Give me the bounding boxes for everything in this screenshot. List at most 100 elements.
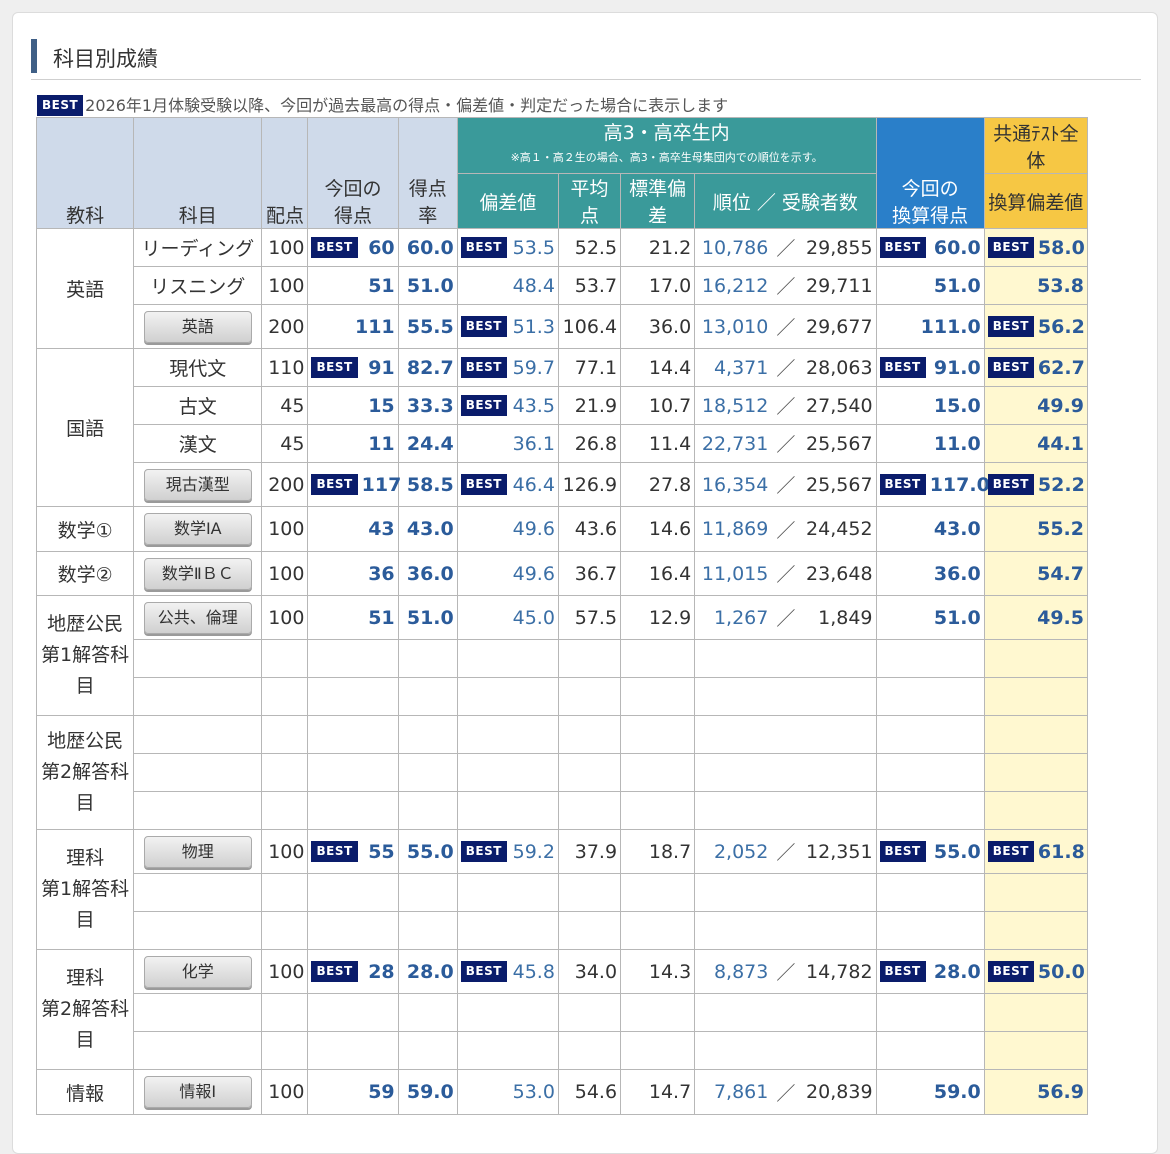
total-cell: BEST 58.0 xyxy=(983,228,1089,267)
rank-value: 13,010 xyxy=(701,315,769,338)
avg-cell-value: 126.9 xyxy=(562,473,618,496)
subject-cell: 公共、倫理 xyxy=(133,595,263,640)
sd-cell-value: 21.2 xyxy=(648,236,692,259)
subject-cell: 現代文 xyxy=(133,348,263,387)
rank-value: 18,512 xyxy=(701,394,769,417)
hensa-cell: 36.1 xyxy=(456,424,559,463)
empty-cell xyxy=(983,791,1089,830)
avg-cell: 126.9 xyxy=(557,462,622,507)
score-cell-value: 111 xyxy=(354,315,395,338)
subject-scores-table: 教科 科目 配点 今回の 得点 得点率 高3・高卒生内 ※高１・高２生の場合、高3… xyxy=(35,117,1089,1115)
haiten-cell: 100 xyxy=(261,829,309,874)
subject-button[interactable]: 化学 xyxy=(143,955,252,988)
empty-cell xyxy=(307,993,399,1032)
hensa-cell-value: 36.1 xyxy=(512,432,555,455)
empty-cell xyxy=(133,993,263,1032)
subject-button[interactable]: 現古漢型 xyxy=(143,468,252,501)
best-badge: BEST xyxy=(460,395,507,416)
avg-cell: 54.6 xyxy=(557,1069,622,1115)
total-cell: 55.2 xyxy=(983,506,1089,552)
score-cell-value: 55 xyxy=(368,840,395,863)
rate-cell-value: 55.0 xyxy=(406,840,454,863)
empty-cell xyxy=(983,911,1089,950)
empty-cell xyxy=(620,753,696,792)
subject-cell: 現古漢型 xyxy=(133,462,263,507)
empty-cell xyxy=(397,911,458,950)
rate-cell-value: 28.0 xyxy=(406,960,454,983)
subject-cell: リーディング xyxy=(133,228,263,267)
sd-cell: 11.4 xyxy=(620,424,696,463)
header-kansan: 今回の 換算得点 xyxy=(875,117,985,229)
score-cell: BEST 55 xyxy=(307,829,399,874)
total-cell-value: 56.9 xyxy=(1037,1081,1084,1103)
rank-cell: 18,512 ／ 27,540 xyxy=(694,386,877,425)
best-badge: BEST xyxy=(987,841,1034,862)
empty-cell xyxy=(261,753,309,792)
empty-cell xyxy=(557,993,622,1032)
empty-cell xyxy=(875,753,985,792)
subject-cell: 古文 xyxy=(133,386,263,425)
haiten-cell: 100 xyxy=(261,949,309,994)
best-badge: BEST xyxy=(311,474,358,495)
best-note-text: 2026年1月体験受験以降、今回が過去最高の得点・偏差値・判定だった場合に表示し… xyxy=(85,96,729,115)
subject-button[interactable]: 公共、倫理 xyxy=(143,601,252,634)
subject-name: 古文 xyxy=(178,396,217,418)
header-haiten: 配点 xyxy=(261,117,309,229)
empty-cell xyxy=(983,1031,1089,1070)
header-kyoka: 教科 xyxy=(35,117,135,229)
haiten-cell: 100 xyxy=(261,595,309,640)
subject-name: 漢文 xyxy=(178,434,217,456)
group-label-text: 理科 xyxy=(66,967,105,989)
haiten-value: 45 xyxy=(280,432,305,455)
subject-button[interactable]: 数学ⅡＢＣ xyxy=(143,557,252,590)
subject-button[interactable]: 物理 xyxy=(143,835,252,868)
subject-button[interactable]: 数学ⅠA xyxy=(143,513,252,545)
avg-cell-value: 77.1 xyxy=(574,356,618,379)
takers-value: 23,648 xyxy=(806,562,873,585)
avg-cell: 52.5 xyxy=(557,228,622,267)
haiten-value: 100 xyxy=(268,960,305,983)
header-kamoku: 科目 xyxy=(133,117,263,229)
takers-value: 12,351 xyxy=(806,840,873,863)
conv-cell-value: 11.0 xyxy=(933,432,981,455)
rate-cell-value: 24.4 xyxy=(406,432,454,455)
best-badge: BEST xyxy=(879,474,926,495)
empty-cell xyxy=(694,993,877,1032)
score-cell-value: 60 xyxy=(368,236,395,259)
sd-cell: 17.0 xyxy=(620,266,696,305)
rate-cell: 24.4 xyxy=(397,424,458,463)
score-cell: 43 xyxy=(307,506,399,552)
best-badge: BEST xyxy=(460,841,507,862)
sd-cell-value: 16.4 xyxy=(648,562,692,585)
best-badge: BEST xyxy=(460,357,507,378)
hensa-cell: 53.0 xyxy=(456,1069,559,1115)
avg-cell-value: 34.0 xyxy=(574,960,618,983)
rank-value: 2,052 xyxy=(713,840,769,863)
rank-cell: 2,052 ／ 12,351 xyxy=(694,829,877,874)
table-row: 英語 200 111 55.5 BEST 51.3 106.4 36.0 13,010 ／ 29,6… xyxy=(37,304,1089,349)
empty-cell xyxy=(983,993,1089,1032)
rank-separator: ／ xyxy=(776,962,796,984)
subject-cell: 情報Ⅰ xyxy=(133,1069,263,1115)
rank-cell: 22,731 ／ 25,567 xyxy=(694,424,877,463)
empty-cell xyxy=(983,873,1089,912)
empty-cell xyxy=(694,911,877,950)
hensa-cell: BEST 59.2 xyxy=(456,829,559,874)
score-cell: 51 xyxy=(307,266,399,305)
conv-cell: BEST 55.0 xyxy=(875,829,985,874)
empty-cell xyxy=(620,873,696,912)
rate-cell-value: 36.0 xyxy=(406,562,454,585)
conv-cell: 51.0 xyxy=(875,595,985,640)
takers-value: 29,711 xyxy=(806,274,873,297)
empty-row xyxy=(37,911,1089,950)
haiten-cell: 100 xyxy=(261,1069,309,1115)
total-cell: BEST 50.0 xyxy=(983,949,1089,994)
subject-button[interactable]: 情報Ⅰ xyxy=(143,1076,252,1108)
rate-cell-value: 51.0 xyxy=(406,606,454,629)
conv-cell-value: 28.0 xyxy=(933,960,981,983)
group-label-text: 第2解答科目 xyxy=(41,761,130,814)
subject-button[interactable]: 英語 xyxy=(143,310,252,343)
score-cell: BEST 91 xyxy=(307,348,399,387)
rank-separator: ／ xyxy=(776,358,796,380)
empty-row xyxy=(37,677,1089,716)
